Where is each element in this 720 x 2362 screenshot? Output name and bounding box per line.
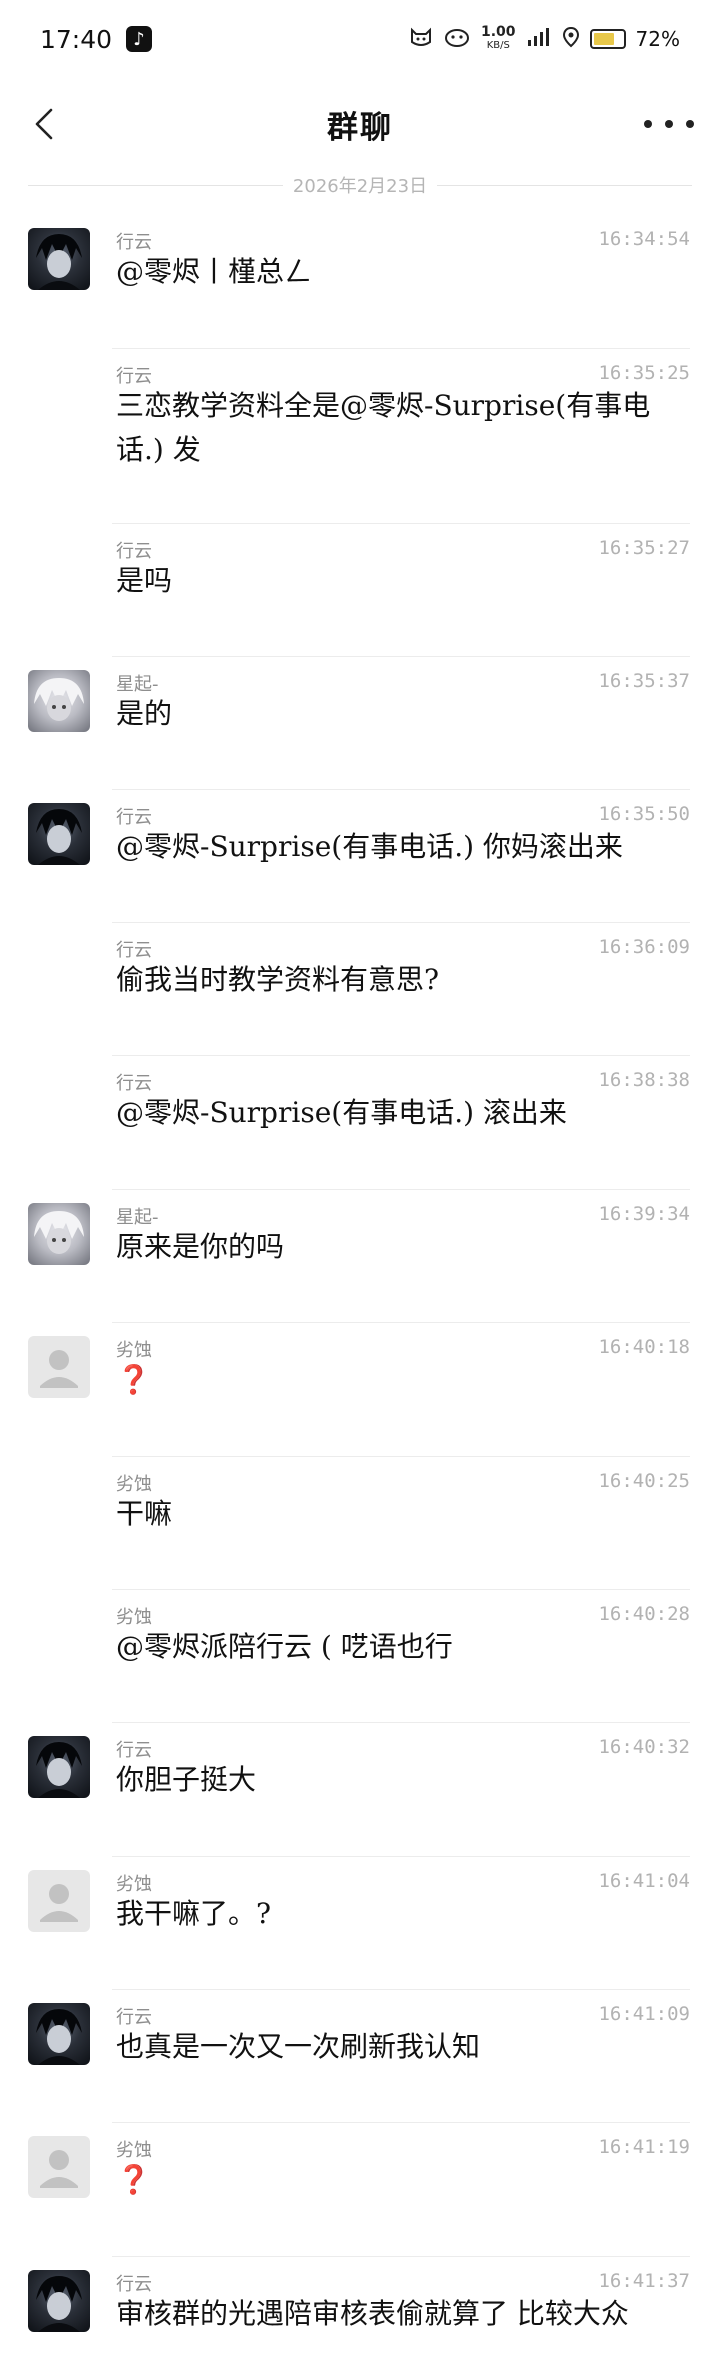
status-bar: 17:40 ♪ 1.00 KB/S 72%	[0, 0, 720, 78]
message-text: 是吗	[116, 564, 173, 597]
message-separator	[112, 1189, 690, 1190]
date-label: 2026年2月23日	[292, 176, 428, 197]
message-time: 16:41:37	[598, 2270, 690, 2292]
more-dots-icon	[644, 120, 652, 128]
avatar-xingyun[interactable]	[28, 1736, 90, 1798]
divider-line	[28, 184, 283, 186]
message-text: 是的	[116, 697, 173, 730]
message-text: @零烬丨槿总ㄥ	[116, 255, 313, 288]
battery-percent: 72%	[635, 27, 680, 51]
speed-unit: KB/S	[486, 40, 510, 51]
avatar-xingqi[interactable]	[28, 670, 90, 732]
avatar-xingqi[interactable]	[28, 1203, 90, 1265]
message-text: 原来是你的吗	[116, 1230, 285, 1263]
message-separator	[112, 523, 690, 524]
message-time: 16:35:27	[598, 537, 690, 559]
status-right: 1.00 KB/S 72%	[409, 25, 680, 53]
message-separator	[112, 348, 690, 349]
message-time: 16:35:25	[598, 362, 690, 384]
message-text: @零烬-Surprise(有事电话.) 滚出来	[116, 1096, 567, 1129]
cat-icon	[409, 26, 433, 53]
more-dot	[686, 120, 694, 128]
battery-icon	[589, 29, 626, 49]
status-left: 17:40 ♪	[40, 24, 153, 54]
message-separator	[112, 2256, 690, 2257]
location-icon	[562, 26, 580, 53]
status-time: 17:40	[40, 24, 113, 54]
message-separator	[112, 1589, 690, 1590]
message-time: 16:40:28	[598, 1603, 690, 1625]
message-separator	[112, 1456, 690, 1457]
battery-fill	[593, 33, 614, 45]
message-separator	[112, 1856, 690, 1857]
avatar-xingyun[interactable]	[28, 228, 90, 290]
message-time: 16:41:04	[598, 1870, 690, 1892]
message-time: 16:40:32	[598, 1736, 690, 1758]
message-text: 干嘛	[116, 1497, 173, 1530]
message-separator	[112, 1322, 690, 1323]
avatar-default[interactable]	[28, 2136, 90, 2198]
avatar-default[interactable]	[28, 1870, 90, 1932]
message-separator	[112, 922, 690, 923]
date-divider: 2026年2月23日	[28, 170, 693, 200]
message-text: 审核群的光遇陪审核表偷就算了 比较大众	[116, 2297, 629, 2330]
user-silhouette-icon	[40, 1350, 78, 1388]
signal-icon	[526, 26, 552, 53]
more-button[interactable]	[644, 104, 694, 144]
pet-icon	[443, 26, 471, 53]
avatar-default[interactable]	[28, 1336, 90, 1398]
message-text: 我干嘛了。?	[116, 1897, 272, 1930]
message-separator	[112, 789, 690, 790]
message-text: ❓	[116, 1363, 151, 1396]
message-text: 你胆子挺大	[116, 1763, 257, 1796]
message-time: 16:35:37	[598, 670, 690, 692]
message-separator	[112, 1055, 690, 1056]
message-time: 16:40:25	[598, 1470, 690, 1492]
network-speed: 1.00 KB/S	[481, 25, 516, 53]
message-text: ❓	[116, 2163, 151, 2196]
message-time: 16:38:38	[598, 1069, 690, 1091]
chevron-left-icon	[35, 108, 53, 140]
user-silhouette-icon	[40, 2150, 78, 2188]
message-time: 16:35:50	[598, 803, 690, 825]
message-time: 16:40:18	[598, 1336, 690, 1358]
message-text: 也真是一次又一次刷新我认知	[116, 2030, 481, 2063]
message-time: 16:41:09	[598, 2003, 690, 2025]
message-text: 三恋教学资料全是@零烬-Surprise(有事电话.) 发	[116, 389, 651, 466]
message-separator	[112, 1722, 690, 1723]
tiktok-icon: ♪	[126, 26, 153, 52]
avatar-xingyun[interactable]	[28, 803, 90, 865]
message-separator	[112, 2122, 690, 2123]
message-separator	[112, 656, 690, 657]
divider-line	[437, 184, 693, 186]
more-dot	[665, 120, 673, 128]
message-text: @零烬-Surprise(有事电话.) 你妈滚出来	[116, 830, 623, 863]
message-time: 16:36:09	[598, 936, 690, 958]
chat-header: 群聊	[0, 78, 720, 170]
user-silhouette-icon	[40, 1884, 78, 1922]
avatar-xingyun[interactable]	[28, 2270, 90, 2332]
message-time: 16:39:34	[598, 1203, 690, 1225]
message-separator	[112, 1989, 690, 1990]
avatar-xingyun[interactable]	[28, 2003, 90, 2065]
speed-value: 1.00	[481, 24, 516, 40]
back-button[interactable]	[22, 102, 66, 146]
message-time: 16:41:19	[598, 2136, 690, 2158]
message-text: @零烬派陪行云 ( 呓语也行	[116, 1630, 453, 1663]
page-title: 群聊	[327, 109, 393, 146]
message-time: 16:34:54	[598, 228, 690, 250]
message-text: 偷我当时教学资料有意思?	[116, 963, 440, 996]
